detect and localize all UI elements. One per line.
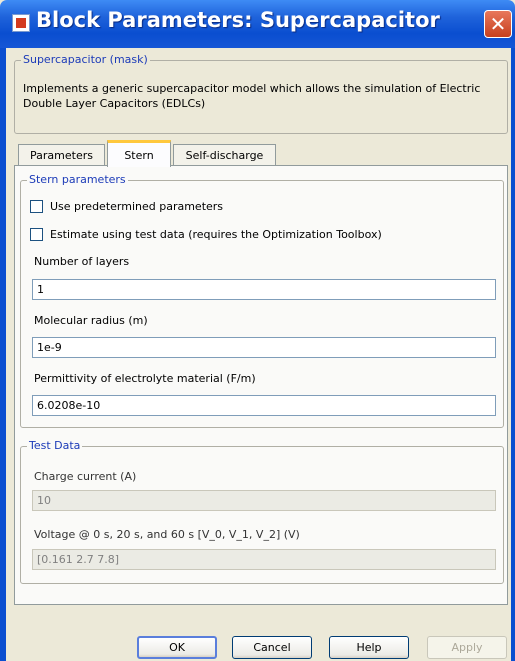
window-frame-left xyxy=(0,48,6,661)
mask-description-group: Supercapacitor (mask) Implements a gener… xyxy=(14,53,508,134)
stern-group-label: Stern parameters xyxy=(27,173,128,186)
cancel-button[interactable]: Cancel xyxy=(232,636,312,659)
stern-parameters-group: Stern parameters xyxy=(20,173,504,428)
num-layers-label: Number of layers xyxy=(34,255,130,268)
help-button[interactable]: Help xyxy=(329,636,409,659)
voltage-label: Voltage @ 0 s, 20 s, and 60 s [V_0, V_1,… xyxy=(34,528,300,541)
molecular-radius-field[interactable]: 1e-9 xyxy=(32,337,496,358)
simulink-block-icon xyxy=(12,14,30,32)
mask-group-label: Supercapacitor (mask) xyxy=(21,53,150,66)
charge-current-label: Charge current (A) xyxy=(34,470,137,483)
num-layers-field[interactable]: 1 xyxy=(32,279,496,300)
molecular-radius-label: Molecular radius (m) xyxy=(34,314,148,327)
tab-parameters[interactable]: Parameters xyxy=(18,144,105,166)
permittivity-field[interactable]: 6.0208e-10 xyxy=(32,395,496,416)
use-predetermined-checkbox-row[interactable]: Use predetermined parameters xyxy=(30,200,223,213)
charge-current-field: 10 xyxy=(32,490,496,511)
use-predetermined-label: Use predetermined parameters xyxy=(50,200,224,213)
voltage-field: [0.161 2.7 7.8] xyxy=(32,549,496,570)
title-bar[interactable]: Block Parameters: Supercapacitor ✕ xyxy=(0,0,515,48)
permittivity-label: Permittivity of electrolyte material (F/… xyxy=(34,372,256,385)
close-button[interactable]: ✕ xyxy=(484,10,512,38)
estimate-test-data-checkbox[interactable] xyxy=(30,228,43,241)
window-title: Block Parameters: Supercapacitor xyxy=(36,8,440,32)
apply-button: Apply xyxy=(427,636,507,659)
mask-description: Implements a generic supercapacitor mode… xyxy=(23,82,481,110)
tab-stern[interactable]: Stern xyxy=(107,140,171,167)
tab-self-discharge[interactable]: Self-discharge xyxy=(173,144,276,166)
use-predetermined-checkbox[interactable] xyxy=(30,200,43,213)
window-frame-right xyxy=(511,48,515,661)
ok-button[interactable]: OK xyxy=(137,636,217,659)
estimate-test-data-label: Estimate using test data (requires the O… xyxy=(50,228,382,241)
test-data-group-label: Test Data xyxy=(27,439,83,452)
estimate-test-data-checkbox-row[interactable]: Estimate using test data (requires the O… xyxy=(30,228,382,241)
